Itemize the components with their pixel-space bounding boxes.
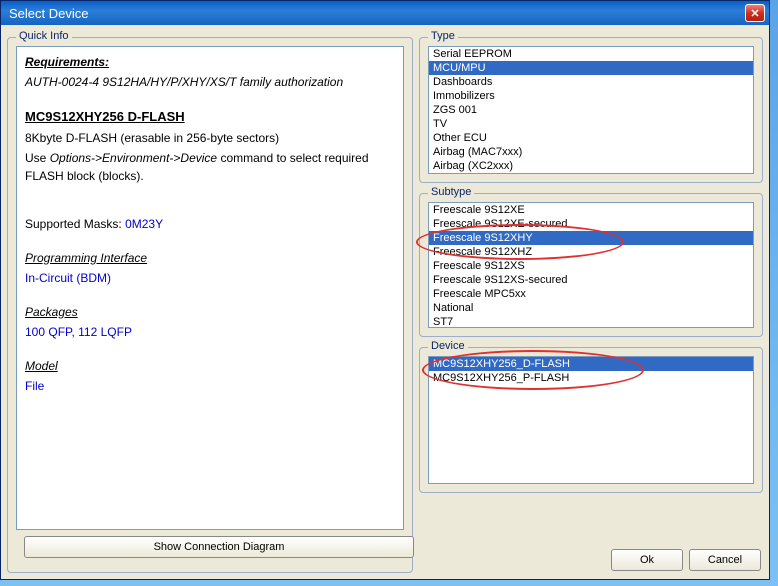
device-list-item[interactable]: MC9S12XHY256_P-FLASH xyxy=(429,371,753,385)
type-group: Type Serial EEPROMMCU/MPUDashboardsImmob… xyxy=(419,37,763,183)
packages-label: Packages xyxy=(25,303,395,321)
type-list-item[interactable]: Immobilizers xyxy=(429,89,753,103)
type-list-item[interactable]: Airbag (MAC7xxx) xyxy=(429,145,753,159)
device-listbox[interactable]: MC9S12XHY256_D-FLASHMC9S12XHY256_P-FLASH xyxy=(428,356,754,484)
type-list-item[interactable]: MCU/MPU xyxy=(429,61,753,75)
subtype-list-item[interactable]: Freescale 9S12XS-secured xyxy=(429,273,753,287)
type-list-item[interactable]: Dashboards xyxy=(429,75,753,89)
subtype-listbox[interactable]: Freescale 9S12XEFreescale 9S12XE-secured… xyxy=(428,202,754,328)
device-name-header: MC9S12XHY256 D-FLASH xyxy=(25,107,395,127)
select-device-dialog: Select Device ✕ Quick Info Requirements:… xyxy=(0,0,770,580)
device-desc2: Use Options->Environment->Device command… xyxy=(25,149,395,185)
type-list-item[interactable]: TV xyxy=(429,117,753,131)
model-value: File xyxy=(25,377,395,395)
type-listbox[interactable]: Serial EEPROMMCU/MPUDashboardsImmobilize… xyxy=(428,46,754,174)
quick-info-group: Quick Info Requirements: AUTH-0024-4 9S1… xyxy=(7,37,413,573)
programming-interface-label: Programming Interface xyxy=(25,249,395,267)
type-list-item[interactable]: ZGS 001 xyxy=(429,103,753,117)
subtype-list-item[interactable]: Freescale 9S12XS xyxy=(429,259,753,273)
dialog-button-row: Ok Cancel xyxy=(419,543,763,573)
subtype-list-item[interactable]: ST7 xyxy=(429,315,753,328)
subtype-list-item[interactable]: Freescale 9S12XE-secured xyxy=(429,217,753,231)
device-group: Device MC9S12XHY256_D-FLASHMC9S12XHY256_… xyxy=(419,347,763,493)
programming-interface-value: In-Circuit (BDM) xyxy=(25,269,395,287)
device-title: Device xyxy=(428,340,468,352)
model-label: Model xyxy=(25,357,395,375)
subtype-list-item[interactable]: Freescale 9S12XHY xyxy=(429,231,753,245)
quick-info-content: Requirements: AUTH-0024-4 9S12HA/HY/P/XH… xyxy=(16,46,404,530)
show-connection-diagram-button[interactable]: Show Connection Diagram xyxy=(24,536,414,558)
requirements-text: AUTH-0024-4 9S12HA/HY/P/XHY/XS/T family … xyxy=(25,73,395,91)
type-title: Type xyxy=(428,30,458,42)
supported-masks: Supported Masks: 0M23Y xyxy=(25,215,395,233)
type-list-item[interactable]: Serial EEPROM xyxy=(429,47,753,61)
subtype-group: Subtype Freescale 9S12XEFreescale 9S12XE… xyxy=(419,193,763,337)
type-list-item[interactable]: Other ECU xyxy=(429,131,753,145)
window-title: Select Device xyxy=(5,6,745,21)
device-desc1: 8Kbyte D-FLASH (erasable in 256-byte sec… xyxy=(25,129,395,147)
ok-button[interactable]: Ok xyxy=(611,549,683,571)
type-list-item[interactable]: Airbag (XC2xxx) xyxy=(429,159,753,173)
content-area: Quick Info Requirements: AUTH-0024-4 9S1… xyxy=(1,25,769,579)
left-panel: Quick Info Requirements: AUTH-0024-4 9S1… xyxy=(7,31,413,573)
subtype-list-item[interactable]: National xyxy=(429,301,753,315)
cancel-button[interactable]: Cancel xyxy=(689,549,761,571)
subtype-title: Subtype xyxy=(428,186,474,198)
subtype-list-item[interactable]: Freescale 9S12XHZ xyxy=(429,245,753,259)
subtype-list-item[interactable]: Freescale 9S12XE xyxy=(429,203,753,217)
close-button[interactable]: ✕ xyxy=(745,4,765,22)
requirements-label: Requirements: xyxy=(25,53,395,71)
left-bottom-bar: Show Connection Diagram xyxy=(16,530,404,564)
close-icon: ✕ xyxy=(750,7,759,20)
device-list-item[interactable]: MC9S12XHY256_D-FLASH xyxy=(429,357,753,371)
right-panel: Type Serial EEPROMMCU/MPUDashboardsImmob… xyxy=(419,31,763,573)
packages-value: 100 QFP, 112 LQFP xyxy=(25,323,395,341)
quick-info-title: Quick Info xyxy=(16,30,72,42)
titlebar: Select Device ✕ xyxy=(1,1,769,25)
subtype-list-item[interactable]: Freescale MPC5xx xyxy=(429,287,753,301)
